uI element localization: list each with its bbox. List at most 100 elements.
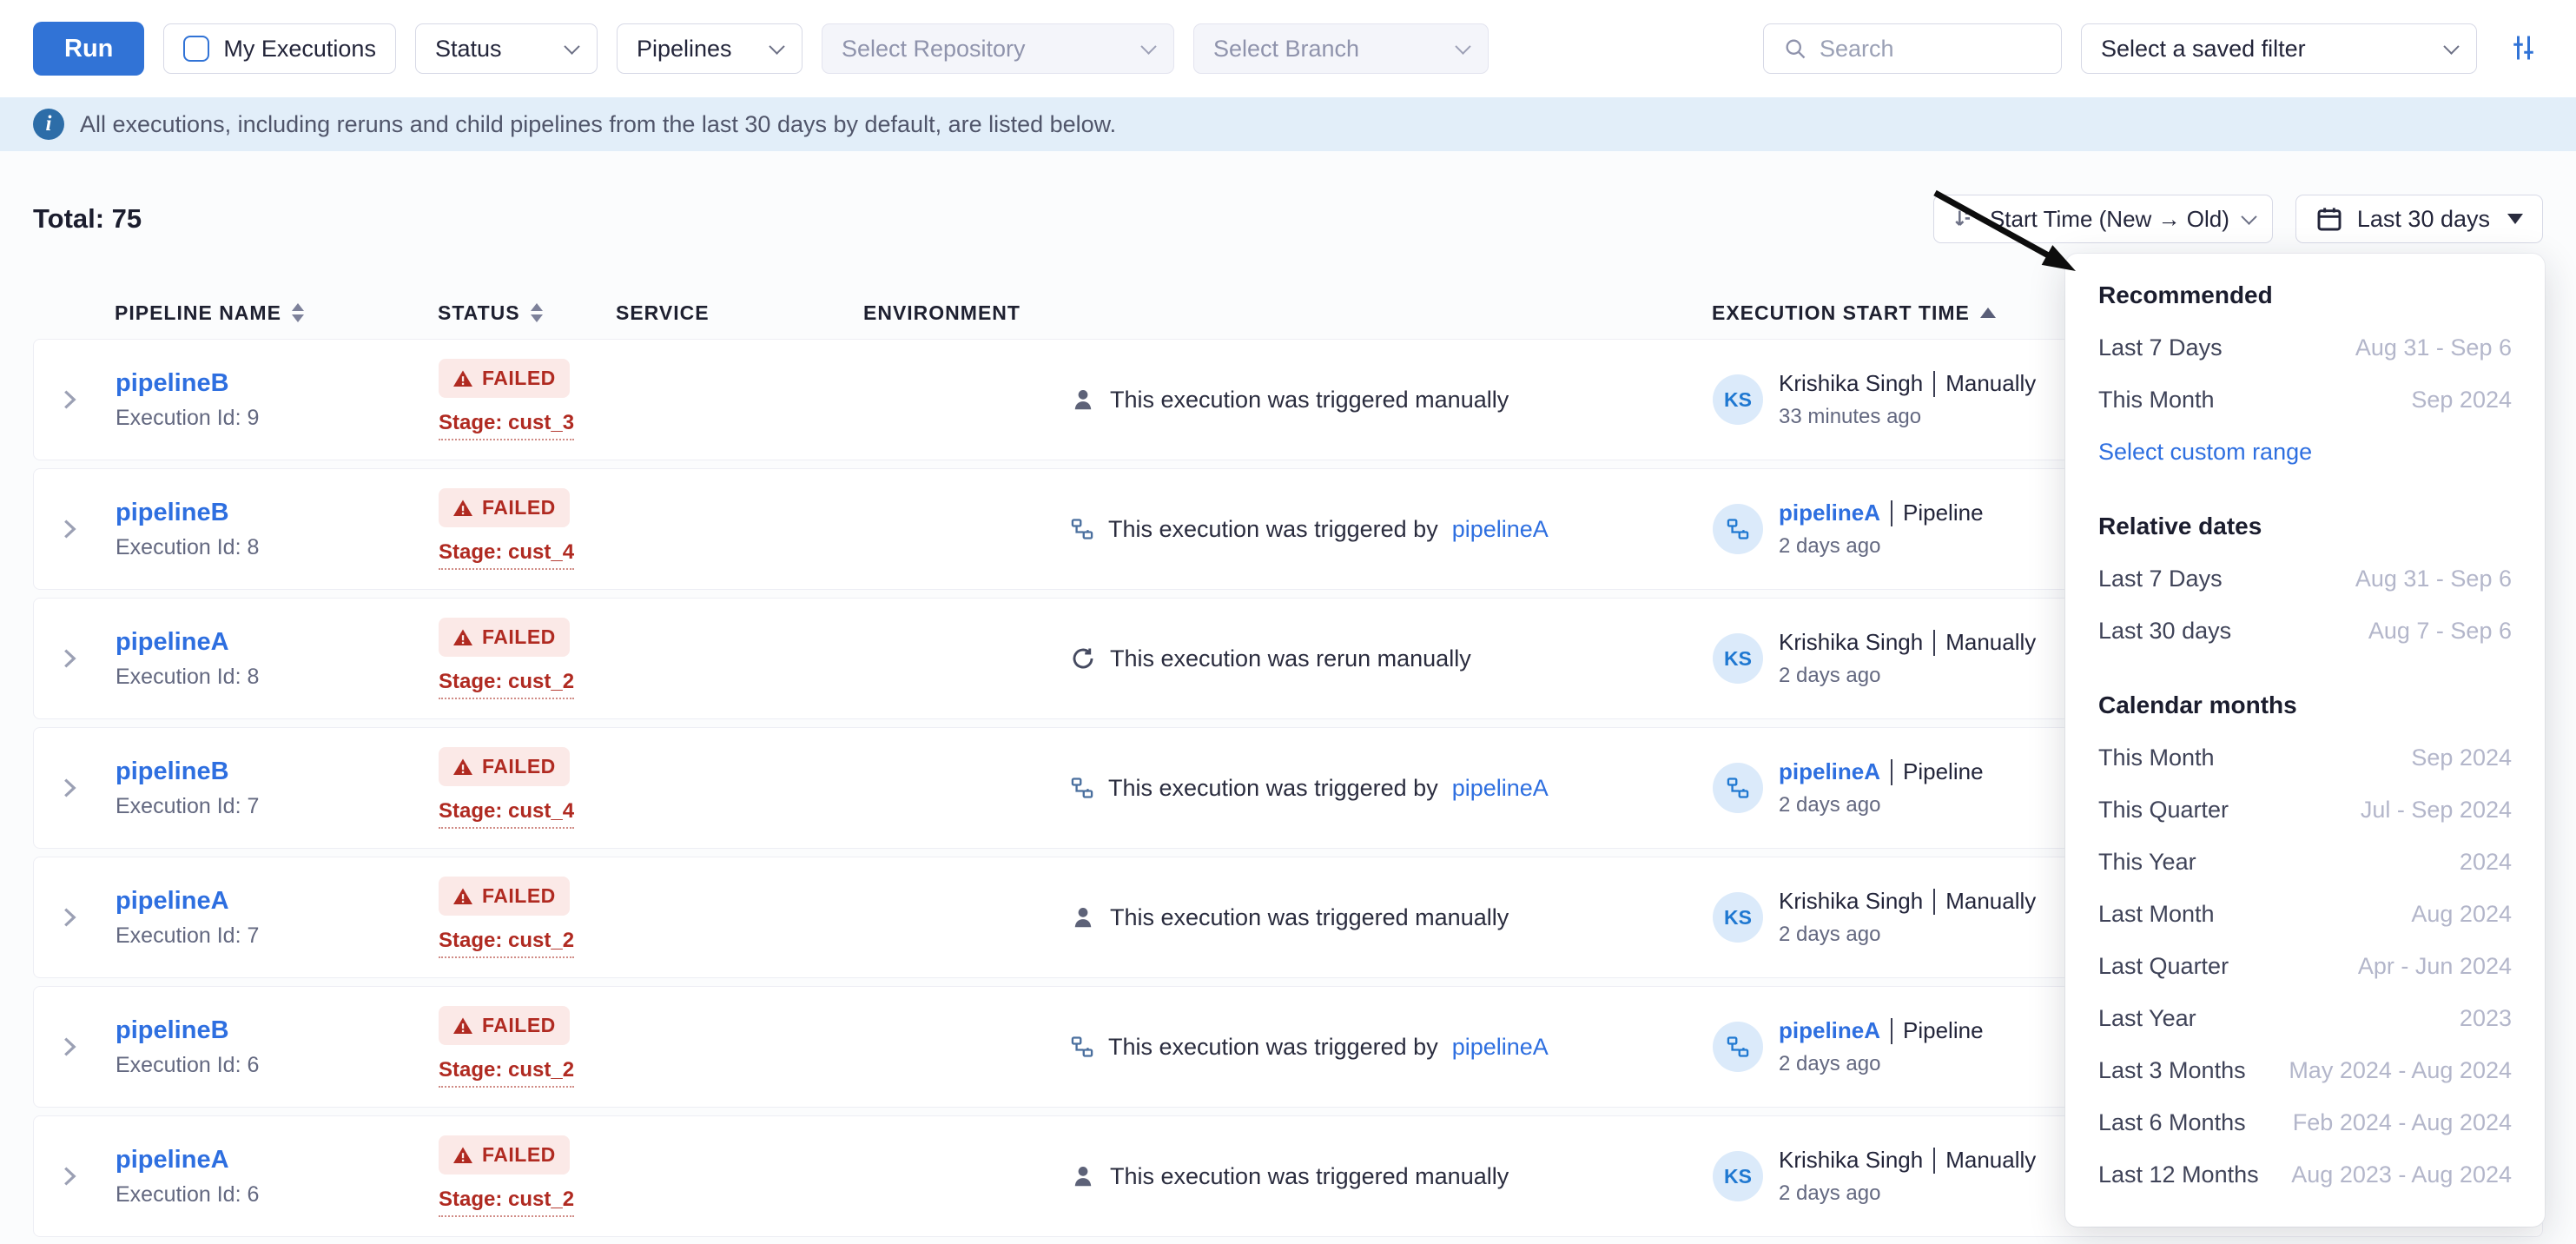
status-cell: FAILED Stage: cust_2 bbox=[418, 618, 596, 699]
separator bbox=[1891, 759, 1892, 785]
failed-stage-link[interactable]: Stage: cust_2 bbox=[439, 929, 574, 958]
starter-detail: Pipeline bbox=[1903, 758, 1984, 785]
run-button[interactable]: Run bbox=[33, 22, 144, 76]
failed-stage-link[interactable]: Stage: cust_2 bbox=[439, 1058, 574, 1088]
starter-name: Krishika Singh bbox=[1779, 370, 1923, 397]
saved-filter-dropdown[interactable]: Select a saved filter bbox=[2081, 23, 2477, 74]
date-menu-item-recommended-this-month[interactable]: This MonthSep 2024 bbox=[2098, 374, 2512, 426]
pipeline-name-link[interactable]: pipelineA bbox=[116, 1146, 229, 1175]
date-menu-item-calendar-months-last-6-months[interactable]: Last 6 MonthsFeb 2024 - Aug 2024 bbox=[2098, 1096, 2512, 1148]
filter-sliders-icon bbox=[2507, 32, 2538, 63]
status-badge: FAILED bbox=[439, 359, 570, 398]
date-menu-item-calendar-months-this-quarter[interactable]: This QuarterJul - Sep 2024 bbox=[2098, 784, 2512, 836]
pipelines-filter-dropdown[interactable]: Pipelines bbox=[617, 23, 803, 74]
chevron-down-icon bbox=[2443, 38, 2459, 54]
filter-settings-button[interactable] bbox=[2501, 27, 2543, 71]
date-menu-item-calendar-months-last-quarter[interactable]: Last QuarterApr - Jun 2024 bbox=[2098, 940, 2512, 992]
column-header-pipeline-name[interactable]: PIPELINE NAME bbox=[94, 301, 417, 325]
chevron-right-icon bbox=[56, 904, 82, 930]
pipeline-name-link[interactable]: pipelineB bbox=[116, 758, 229, 786]
chevron-down-icon bbox=[1455, 38, 1470, 54]
row-expander-button[interactable] bbox=[34, 387, 95, 413]
pipeline-name-cell: pipelineB Execution Id: 6 bbox=[95, 1016, 418, 1078]
date-menu-item-calendar-months-this-year[interactable]: This Year2024 bbox=[2098, 836, 2512, 888]
sort-order-dropdown[interactable]: Start Time (New → Old) bbox=[1933, 195, 2273, 243]
failed-stage-link[interactable]: Stage: cust_2 bbox=[439, 670, 574, 699]
search-box[interactable] bbox=[1763, 23, 2062, 74]
status-label: FAILED bbox=[482, 884, 556, 908]
info-banner: i All executions, including reruns and c… bbox=[0, 97, 2576, 151]
failed-stage-link[interactable]: Stage: cust_3 bbox=[439, 411, 574, 440]
date-menu-item-label: Select custom range bbox=[2098, 439, 2312, 466]
date-menu-item-calendar-months-last-year[interactable]: Last Year2023 bbox=[2098, 992, 2512, 1044]
trigger-pipeline-link[interactable]: pipelineA bbox=[1452, 516, 1549, 543]
warning-triangle-icon bbox=[452, 498, 473, 519]
row-expander-button[interactable] bbox=[34, 1163, 95, 1189]
trigger-message: This execution was rerun manually bbox=[1110, 645, 1471, 672]
date-menu-section-relative-dates: Relative datesLast 7 DaysAug 31 - Sep 6L… bbox=[2098, 500, 2512, 657]
date-menu-item-value: Aug 2023 - Aug 2024 bbox=[2291, 1161, 2512, 1188]
pipeline-name-link[interactable]: pipelineA bbox=[116, 887, 229, 916]
chevron-down-icon bbox=[1140, 38, 1156, 54]
date-menu-item-recommended-select-custom-range[interactable]: Select custom range bbox=[2098, 426, 2512, 478]
date-menu-item-calendar-months-last-month[interactable]: Last MonthAug 2024 bbox=[2098, 888, 2512, 940]
starter-pipeline-link[interactable]: pipelineA bbox=[1779, 758, 1880, 785]
caret-down-icon bbox=[2507, 214, 2523, 224]
date-menu-item-relative-dates-last-7-days[interactable]: Last 7 DaysAug 31 - Sep 6 bbox=[2098, 553, 2512, 605]
search-input[interactable] bbox=[1818, 35, 2042, 63]
trigger-message: This execution was triggered by bbox=[1108, 775, 1438, 802]
date-menu-item-label: Last 7 Days bbox=[2098, 566, 2223, 592]
sort-icon bbox=[1952, 207, 1976, 231]
row-expander-button[interactable] bbox=[34, 904, 95, 930]
trigger-pipeline-link[interactable]: pipelineA bbox=[1452, 1034, 1549, 1061]
date-menu-item-relative-dates-last-30-days[interactable]: Last 30 daysAug 7 - Sep 6 bbox=[2098, 605, 2512, 657]
failed-stage-link[interactable]: Stage: cust_4 bbox=[439, 540, 574, 570]
date-menu-item-calendar-months-this-month[interactable]: This MonthSep 2024 bbox=[2098, 731, 2512, 784]
date-menu-item-calendar-months-last-3-months[interactable]: Last 3 MonthsMay 2024 - Aug 2024 bbox=[2098, 1044, 2512, 1096]
row-expander-button[interactable] bbox=[34, 645, 95, 672]
date-menu-item-recommended-last-7-days[interactable]: Last 7 DaysAug 31 - Sep 6 bbox=[2098, 321, 2512, 374]
pipeline-name-link[interactable]: pipelineB bbox=[116, 499, 229, 527]
select-branch-label: Select Branch bbox=[1213, 36, 1359, 63]
date-menu-item-value: Apr - Jun 2024 bbox=[2358, 953, 2512, 980]
date-range-button[interactable]: Last 30 days bbox=[2295, 195, 2543, 243]
row-expander-button[interactable] bbox=[34, 1034, 95, 1060]
status-cell: FAILED Stage: cust_2 bbox=[418, 1135, 596, 1217]
row-expander-button[interactable] bbox=[34, 516, 95, 542]
status-filter-label: Status bbox=[435, 36, 502, 63]
my-executions-checkbox[interactable] bbox=[183, 36, 209, 62]
date-menu-item-label: This Month bbox=[2098, 387, 2215, 414]
my-executions-label: My Executions bbox=[223, 36, 376, 63]
starter-pipeline-link[interactable]: pipelineA bbox=[1779, 500, 1880, 526]
starter-detail: Manually bbox=[1945, 1147, 2036, 1174]
execution-id: Execution Id: 8 bbox=[116, 535, 418, 560]
execution-time-ago: 2 days ago bbox=[1779, 534, 1984, 559]
status-cell: FAILED Stage: cust_2 bbox=[418, 1006, 596, 1088]
select-repository-dropdown[interactable]: Select Repository bbox=[822, 23, 1174, 74]
child-pipeline-icon bbox=[1070, 517, 1094, 541]
pipeline-name-link[interactable]: pipelineB bbox=[116, 369, 229, 398]
select-branch-dropdown[interactable]: Select Branch bbox=[1193, 23, 1489, 74]
pipeline-avatar bbox=[1713, 1022, 1763, 1072]
my-executions-toggle[interactable]: My Executions bbox=[163, 23, 396, 74]
sort-order-label: Start Time (New → Old) bbox=[1990, 206, 2229, 233]
pipeline-name-link[interactable]: pipelineA bbox=[116, 628, 229, 657]
date-range-label: Last 30 days bbox=[2357, 206, 2490, 233]
warning-triangle-icon bbox=[452, 368, 473, 389]
calendar-icon bbox=[2315, 205, 2343, 233]
date-menu-item-calendar-months-last-12-months[interactable]: Last 12 MonthsAug 2023 - Aug 2024 bbox=[2098, 1148, 2512, 1201]
trigger-message: This execution was triggered manually bbox=[1110, 387, 1509, 414]
failed-stage-link[interactable]: Stage: cust_4 bbox=[439, 799, 574, 829]
pipeline-name-link[interactable]: pipelineB bbox=[116, 1016, 229, 1045]
column-header-status[interactable]: STATUS bbox=[417, 301, 595, 325]
trigger-info-cell: This execution was rerun manually bbox=[1049, 645, 1692, 672]
chevron-down-icon bbox=[2241, 208, 2256, 224]
starter-pipeline-link[interactable]: pipelineA bbox=[1779, 1017, 1880, 1044]
column-label: PIPELINE NAME bbox=[115, 301, 281, 325]
status-label: FAILED bbox=[482, 496, 556, 519]
trigger-pipeline-link[interactable]: pipelineA bbox=[1452, 775, 1549, 802]
status-filter-dropdown[interactable]: Status bbox=[415, 23, 598, 74]
row-expander-button[interactable] bbox=[34, 775, 95, 801]
failed-stage-link[interactable]: Stage: cust_2 bbox=[439, 1188, 574, 1217]
execution-id: Execution Id: 7 bbox=[116, 794, 418, 819]
